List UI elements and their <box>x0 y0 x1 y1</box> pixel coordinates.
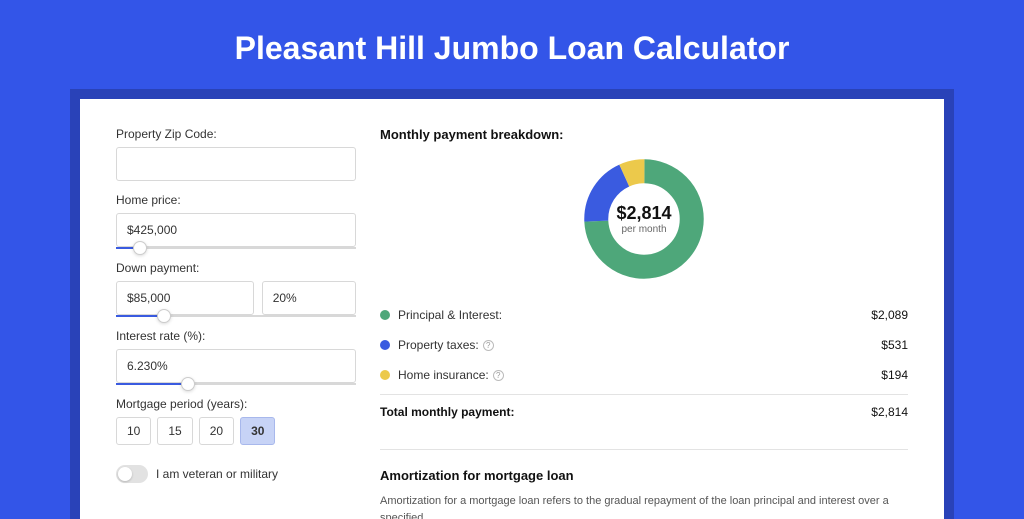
breakdown-value: $531 <box>881 338 908 352</box>
zip-label: Property Zip Code: <box>116 127 356 141</box>
veteran-label: I am veteran or military <box>156 467 278 481</box>
donut-chart: $2,814 per month <box>380 156 908 282</box>
home-price-input[interactable] <box>116 213 356 247</box>
interest-label: Interest rate (%): <box>116 329 356 343</box>
veteran-toggle[interactable] <box>116 465 148 483</box>
dot-icon <box>380 310 390 320</box>
donut-amount: $2,814 <box>616 203 671 224</box>
form-column: Property Zip Code: Home price: Down paym… <box>116 127 356 491</box>
slider-thumb[interactable] <box>133 241 147 255</box>
slider-thumb[interactable] <box>181 377 195 391</box>
card-shadow: Property Zip Code: Home price: Down paym… <box>70 89 954 519</box>
toggle-knob <box>118 467 132 481</box>
calculator-card: Property Zip Code: Home price: Down paym… <box>80 99 944 519</box>
period-label: Mortgage period (years): <box>116 397 356 411</box>
info-icon[interactable]: ? <box>493 370 504 381</box>
down-payment-input[interactable] <box>116 281 254 315</box>
veteran-row: I am veteran or military <box>116 465 356 483</box>
breakdown-label: Property taxes: ? <box>398 338 881 352</box>
period-btn-30[interactable]: 30 <box>240 417 275 445</box>
breakdown-row-insurance: Home insurance: ? $194 <box>380 360 908 390</box>
dot-icon <box>380 340 390 350</box>
down-payment-pct-input[interactable] <box>262 281 356 315</box>
total-value: $2,814 <box>871 405 908 419</box>
slider-thumb[interactable] <box>157 309 171 323</box>
period-btn-20[interactable]: 20 <box>199 417 234 445</box>
breakdown-title: Monthly payment breakdown: <box>380 127 908 142</box>
amortization-title: Amortization for mortgage loan <box>380 468 908 483</box>
amortization-section: Amortization for mortgage loan Amortizat… <box>380 449 908 519</box>
slider-fill <box>116 383 188 385</box>
breakdown-value: $194 <box>881 368 908 382</box>
breakdown-value: $2,089 <box>871 308 908 322</box>
results-column: Monthly payment breakdown: $2,814 per mo… <box>380 127 908 491</box>
breakdown-total-row: Total monthly payment: $2,814 <box>380 394 908 429</box>
breakdown-row-taxes: Property taxes: ? $531 <box>380 330 908 360</box>
home-price-slider[interactable] <box>116 247 356 249</box>
breakdown-label-text: Home insurance: <box>398 368 489 382</box>
period-btn-10[interactable]: 10 <box>116 417 151 445</box>
down-payment-label: Down payment: <box>116 261 356 275</box>
down-payment-slider[interactable] <box>116 315 356 317</box>
amortization-text: Amortization for a mortgage loan refers … <box>380 493 908 519</box>
period-btn-15[interactable]: 15 <box>157 417 192 445</box>
breakdown-row-principal: Principal & Interest: $2,089 <box>380 300 908 330</box>
interest-slider[interactable] <box>116 383 356 385</box>
zip-input[interactable] <box>116 147 356 181</box>
dot-icon <box>380 370 390 380</box>
breakdown-label: Home insurance: ? <box>398 368 881 382</box>
period-button-group: 10 15 20 30 <box>116 417 356 445</box>
donut-sub: per month <box>616 224 671 235</box>
interest-input[interactable] <box>116 349 356 383</box>
info-icon[interactable]: ? <box>483 340 494 351</box>
total-label: Total monthly payment: <box>380 405 871 419</box>
breakdown-label: Principal & Interest: <box>398 308 871 322</box>
breakdown-label-text: Property taxes: <box>398 338 479 352</box>
donut-center: $2,814 per month <box>616 203 671 235</box>
home-price-label: Home price: <box>116 193 356 207</box>
page-title: Pleasant Hill Jumbo Loan Calculator <box>0 0 1024 89</box>
